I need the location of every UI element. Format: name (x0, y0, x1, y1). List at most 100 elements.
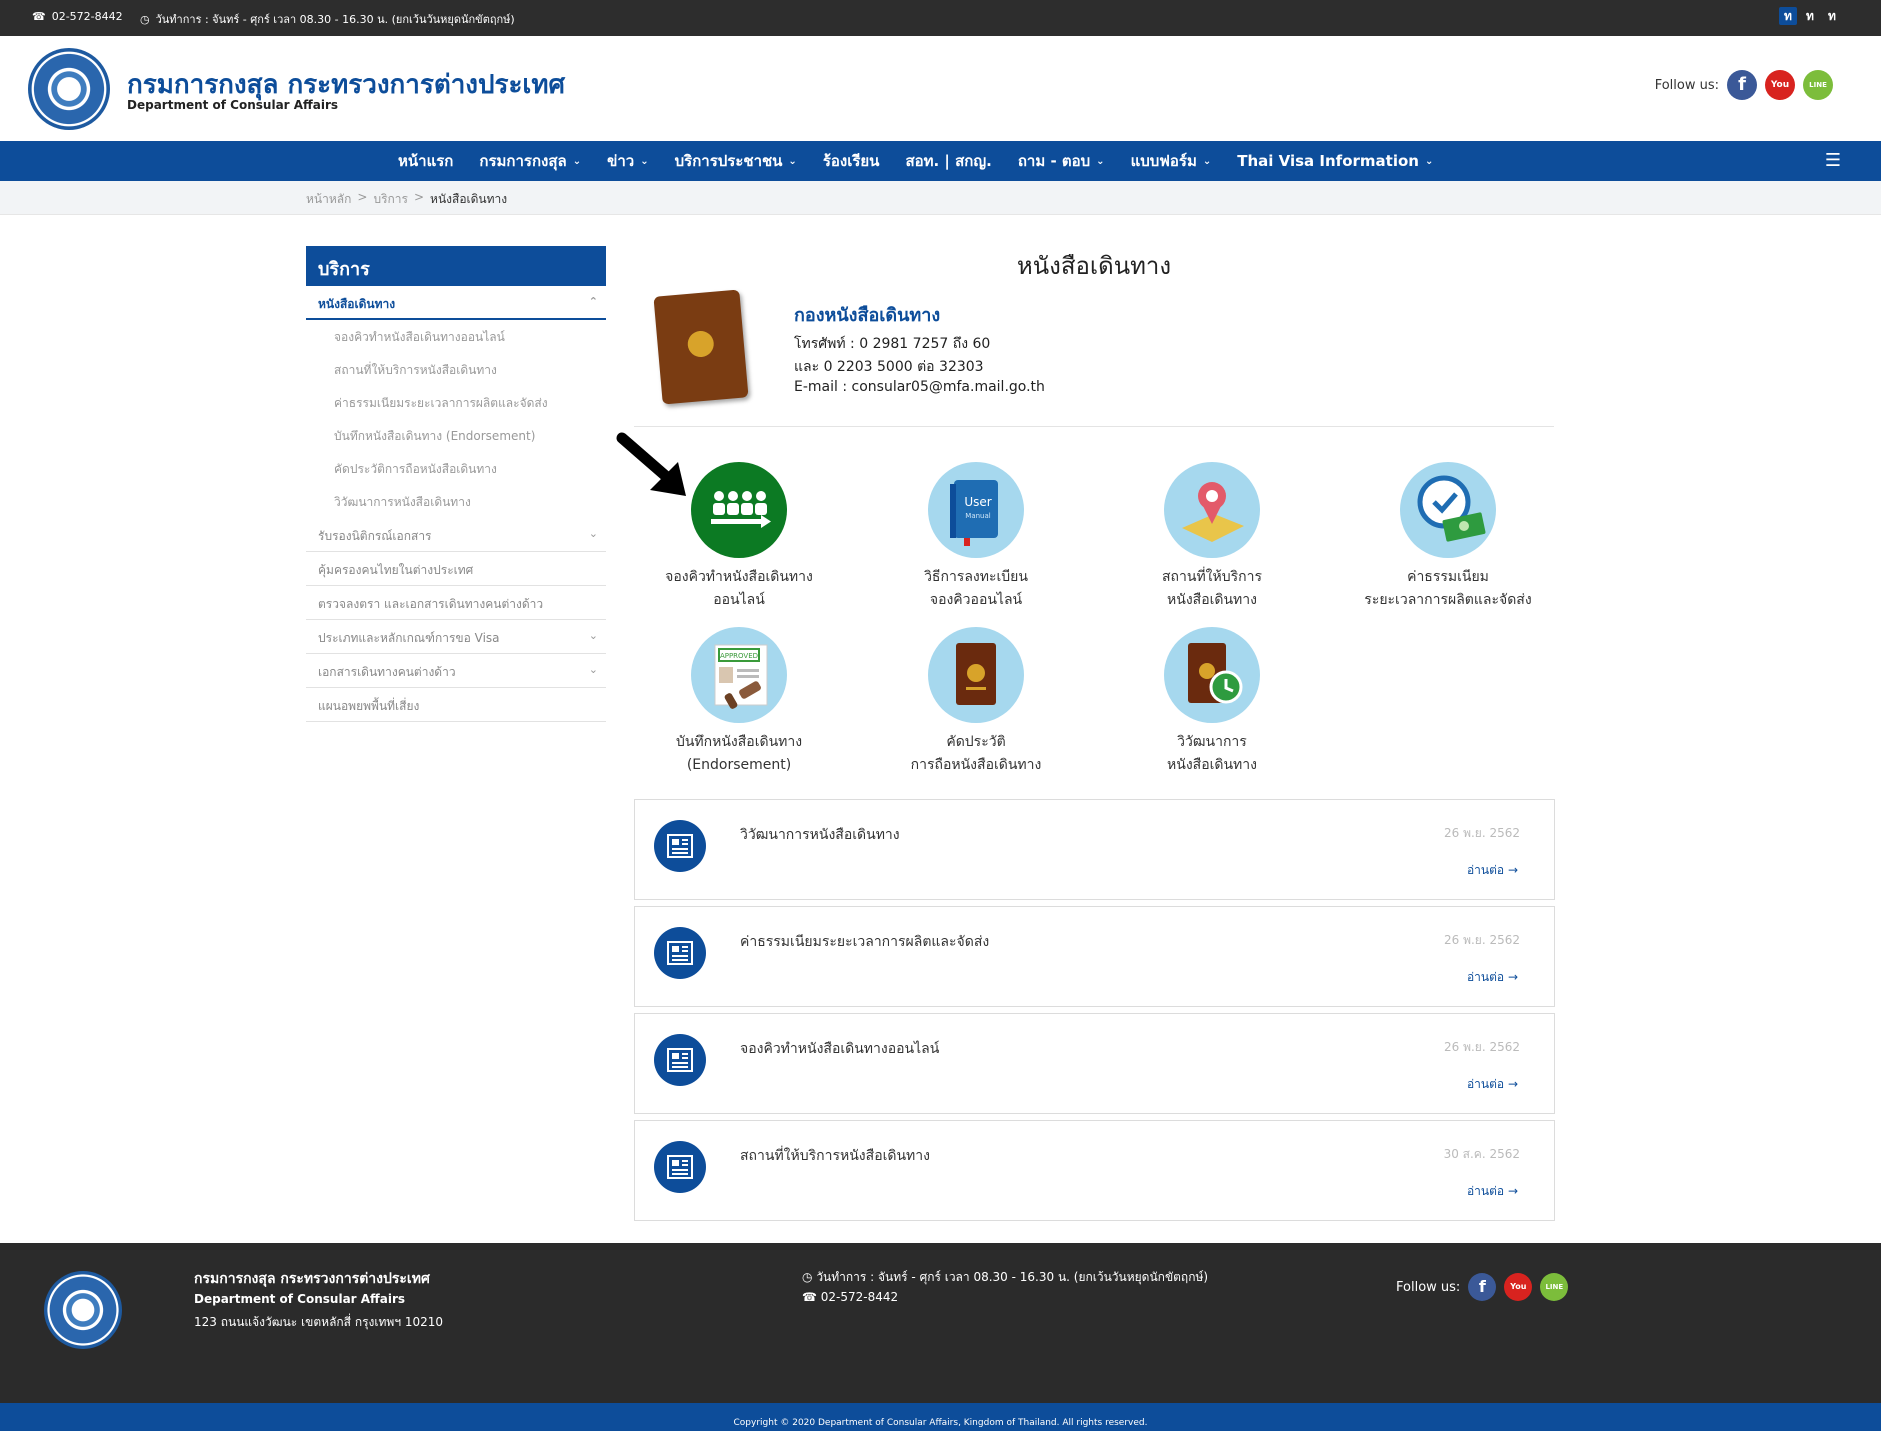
chevron-down-icon[interactable]: ⌄ (589, 629, 598, 642)
nav-item-forms[interactable]: แบบฟอร์ม ⌄ (1131, 149, 1212, 173)
read-more-link[interactable]: อ่านต่อ → (1467, 968, 1518, 987)
nav-item-embassies[interactable]: สอท. | สกญ. (905, 149, 991, 173)
footer-title: กรมการกงสุล กระทรวงการต่างประเทศ (194, 1271, 430, 1287)
sidebar-sub-item[interactable]: จองคิวทำหนังสือเดินทางออนไลน์ (306, 320, 606, 353)
chevron-down-icon[interactable]: ⌄ (589, 527, 598, 540)
arrow-right-icon: → (1507, 970, 1518, 984)
nav-item-public-services[interactable]: บริการประชาชน ⌄ (675, 149, 797, 173)
facebook-icon[interactable]: f (1727, 70, 1757, 100)
news-title[interactable]: วิวัฒนาการหนังสือเดินทาง (740, 824, 900, 846)
nav-item-department[interactable]: กรมการกงสุล ⌄ (479, 149, 581, 173)
sidebar-item-passport[interactable]: หนังสือเดินทาง ⌃ (306, 286, 606, 320)
passport-history-icon[interactable] (1164, 627, 1260, 723)
breadcrumb-home[interactable]: หน้าหลัก (306, 190, 351, 209)
sidebar-item-evacuation[interactable]: แผนอพยพพื้นที่เสี่ยง (306, 688, 606, 722)
sidebar-item-legalization[interactable]: รับรองนิติกรณ์เอกสาร ⌄ (306, 518, 606, 552)
nav-item-news[interactable]: ข่าว ⌄ (607, 149, 649, 173)
copyright-bar: Copyright © 2020 Department of Consular … (0, 1403, 1881, 1431)
lang-option-cn[interactable]: ท (1823, 7, 1841, 25)
services-sidebar: บริการ หนังสือเดินทาง ⌃ จองคิวทำหนังสือเ… (306, 246, 606, 722)
tile-service-locations[interactable]: สถานที่ให้บริการ หนังสือเดินทาง (1117, 462, 1307, 612)
news-date: 26 พ.ย. 2562 (1443, 1040, 1520, 1054)
newspaper-icon (654, 1141, 706, 1193)
tile-passport-history[interactable]: คัดประวัติ การถือหนังสือเดินทาง (881, 627, 1071, 777)
chevron-up-icon[interactable]: ⌃ (589, 295, 598, 308)
contact-email[interactable]: E-mail : consular05@mfa.mail.go.th (794, 379, 1045, 395)
line-icon[interactable]: LINE (1540, 1273, 1569, 1301)
tile-label[interactable]: วิวัฒนาการ หนังสือเดินทาง (1117, 731, 1307, 777)
department-seal-logo[interactable] (28, 48, 110, 130)
hamburger-menu-icon[interactable]: ☰ (1825, 150, 1841, 171)
follow-label: Follow us: (1396, 1279, 1461, 1295)
youtube-icon[interactable]: You (1765, 70, 1795, 100)
follow-label: Follow us: (1654, 77, 1719, 93)
news-item[interactable]: สถานที่ให้บริการหนังสือเดินทาง 30 ส.ค. 2… (634, 1120, 1555, 1221)
phone-icon: ☎ (802, 1290, 817, 1304)
user-manual-icon[interactable]: User Manual (928, 462, 1024, 558)
facebook-icon[interactable]: f (1468, 1273, 1497, 1301)
news-title[interactable]: จองคิวทำหนังสือเดินทางออนไลน์ (740, 1038, 939, 1060)
clock-icon: ◷ (802, 1270, 813, 1284)
language-switcher: ท ท ท (1779, 7, 1841, 25)
passport-icon[interactable] (928, 627, 1024, 723)
sidebar-sub-item[interactable]: คัดประวัติการถือหนังสือเดินทาง (306, 452, 606, 485)
breadcrumb-separator: > (357, 190, 368, 204)
chevron-down-icon: ⌄ (1096, 155, 1105, 167)
breadcrumb-bar: หน้าหลัก > บริการ > หนังสือเดินทาง (0, 181, 1881, 215)
tile-endorsement[interactable]: APPROVED บันทึกหนังสือเดินทาง (Endorsemen… (644, 627, 834, 777)
chevron-down-icon[interactable]: ⌄ (589, 663, 598, 676)
tile-label[interactable]: วิธีการลงทะเบียน จองคิวออนไลน์ (881, 566, 1071, 612)
sidebar-sub-item[interactable]: สถานที่ให้บริการหนังสือเดินทาง (306, 353, 606, 386)
news-date: 26 พ.ย. 2562 (1443, 933, 1520, 947)
lang-option-th[interactable]: ท (1779, 7, 1797, 25)
nav-item-complaint[interactable]: ร้องเรียน (823, 149, 880, 173)
read-more-link[interactable]: อ่านต่อ → (1467, 861, 1518, 880)
tile-label[interactable]: จองคิวทำหนังสือเดินทาง ออนไลน์ (644, 566, 834, 612)
news-date: 26 พ.ย. 2562 (1443, 826, 1520, 840)
line-icon[interactable]: LINE (1803, 70, 1833, 100)
nav-item-faq[interactable]: ถาม - ตอบ ⌄ (1018, 149, 1105, 173)
tile-label[interactable]: บันทึกหนังสือเดินทาง (Endorsement) (644, 731, 834, 777)
topbar-phone[interactable]: ☎ 02-572-8442 (32, 10, 123, 23)
tile-registration-guide[interactable]: User Manual วิธีการลงทะเบียน จองคิวออนไลน… (881, 462, 1071, 612)
tile-label[interactable]: คัดประวัติ การถือหนังสือเดินทาง (881, 731, 1071, 777)
sidebar-item-protection[interactable]: คุ้มครองคนไทยในต่างประเทศ (306, 552, 606, 586)
manual-sub-text: Manual (965, 512, 990, 520)
news-item[interactable]: ค่าธรรมเนียมระยะเวลาการผลิตและจัดส่ง 26 … (634, 906, 1555, 1007)
read-more-link[interactable]: อ่านต่อ → (1467, 1075, 1518, 1094)
top-bar: ☎ 02-572-8442 ◷ วันทำการ : จันทร์ - ศุกร… (0, 0, 1881, 36)
location-pin-icon[interactable] (1164, 462, 1260, 558)
tile-label[interactable]: สถานที่ให้บริการ หนังสือเดินทาง (1117, 566, 1307, 612)
sidebar-item-visa-types[interactable]: ประเภทและหลักเกณฑ์การขอ Visa ⌄ (306, 620, 606, 654)
clock-icon: ◷ (140, 12, 150, 26)
sidebar-sub-item[interactable]: ค่าธรรมเนียมระยะเวลาการผลิตและจัดส่ง (306, 386, 606, 419)
sidebar-sub-item[interactable]: วิวัฒนาการหนังสือเดินทาง (306, 485, 606, 518)
breadcrumb-services[interactable]: บริการ (373, 190, 408, 209)
news-item[interactable]: วิวัฒนาการหนังสือเดินทาง 26 พ.ย. 2562 อ่… (634, 799, 1555, 900)
nav-item-home[interactable]: หน้าแรก (398, 149, 453, 173)
tile-fees-duration[interactable]: ค่าธรรมเนียม ระยะเวลาการผลิตและจัดส่ง (1353, 462, 1543, 612)
news-item[interactable]: จองคิวทำหนังสือเดินทางออนไลน์ 26 พ.ย. 25… (634, 1013, 1555, 1114)
division-name: กองหนังสือเดินทาง (794, 305, 941, 326)
site-header: กรมการกงสุล กระทรวงการต่างประเทศ Departm… (0, 36, 1881, 141)
sidebar-sub-item[interactable]: บันทึกหนังสือเดินทาง (Endorsement) (306, 419, 606, 452)
sidebar-heading: บริการ (306, 246, 606, 286)
queue-people-icon[interactable] (691, 462, 787, 558)
manual-text: User (964, 495, 991, 509)
sidebar-item-visa-docs[interactable]: ตรวจลงตรา และเอกสารเดินทางคนต่างด้าว (306, 586, 606, 620)
sidebar-item-alien-docs[interactable]: เอกสารเดินทางคนต่างด้าว ⌄ (306, 654, 606, 688)
footer-phone[interactable]: ☎ 02-572-8442 (802, 1290, 898, 1304)
lang-option-en[interactable]: ท (1801, 7, 1819, 25)
news-title[interactable]: ค่าธรรมเนียมระยะเวลาการผลิตและจัดส่ง (740, 931, 989, 953)
youtube-icon[interactable]: You (1504, 1273, 1533, 1301)
tile-passport-evolution[interactable]: วิวัฒนาการ หนังสือเดินทาง (1117, 627, 1307, 777)
approved-stamp-icon[interactable]: APPROVED (691, 627, 787, 723)
fee-clock-money-icon[interactable] (1400, 462, 1496, 558)
tile-online-queue[interactable]: จองคิวทำหนังสือเดินทาง ออนไลน์ (644, 462, 834, 612)
arrow-right-icon: → (1507, 863, 1518, 877)
tile-label[interactable]: ค่าธรรมเนียม ระยะเวลาการผลิตและจัดส่ง (1353, 566, 1543, 612)
read-more-link[interactable]: อ่านต่อ → (1467, 1182, 1518, 1201)
nav-item-thai-visa[interactable]: Thai Visa Information ⌄ (1237, 152, 1433, 170)
news-title[interactable]: สถานที่ให้บริการหนังสือเดินทาง (740, 1145, 930, 1167)
footer-subtitle: Department of Consular Affairs (194, 1292, 406, 1306)
